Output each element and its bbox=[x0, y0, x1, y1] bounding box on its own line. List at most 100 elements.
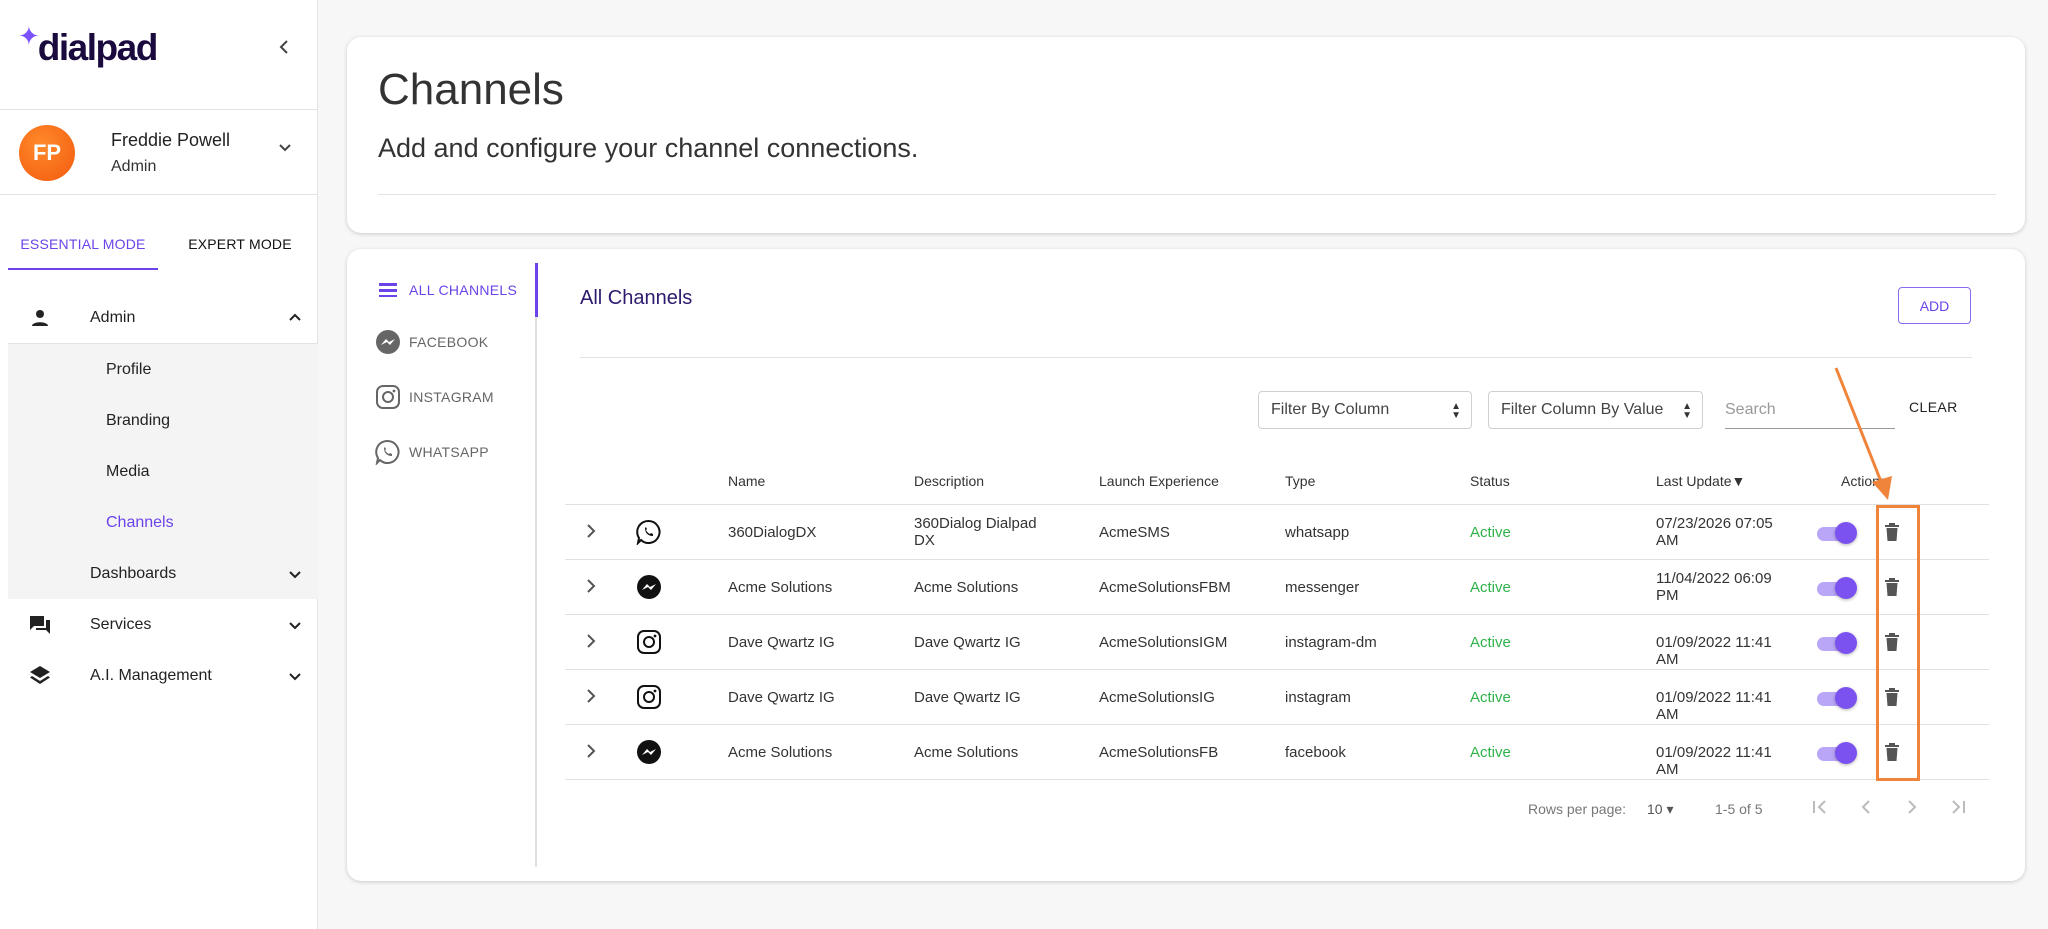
filter-column-by-value-select[interactable]: Filter Column By Value ▲ ▼ bbox=[1488, 391, 1703, 429]
select-value: Filter By Column bbox=[1271, 401, 1390, 418]
tab-expert-mode[interactable]: EXPERT MODE bbox=[160, 220, 320, 270]
filter-by-column-select[interactable]: Filter By Column ▲ ▼ bbox=[1258, 391, 1472, 429]
messenger-icon bbox=[375, 329, 401, 355]
status-badge: Active bbox=[1470, 689, 1511, 706]
tab-instagram[interactable]: INSTAGRAM bbox=[375, 382, 494, 412]
divider bbox=[0, 109, 318, 110]
column-header-status[interactable]: Status bbox=[1470, 473, 1510, 489]
chevron-right-icon bbox=[587, 579, 596, 593]
table-row[interactable]: Dave Qwartz IG Dave Qwartz IG AcmeSolution… bbox=[565, 615, 1989, 670]
sidebar-item-branding[interactable]: Branding bbox=[8, 395, 318, 446]
user-name: Freddie Powell bbox=[111, 130, 231, 150]
column-header-name[interactable]: Name bbox=[728, 473, 765, 489]
tab-label: FACEBOOK bbox=[409, 334, 489, 350]
sidebar-item-admin[interactable]: Admin bbox=[8, 293, 318, 344]
annotation-arrow bbox=[1834, 367, 1892, 500]
last-page-icon bbox=[1952, 800, 1965, 814]
expand-row-button[interactable] bbox=[580, 576, 602, 598]
table-row[interactable]: 360DialogDX 360Dialog Dialpad DX AcmeSMS wh… bbox=[565, 505, 1989, 560]
column-header-launch-experience[interactable]: Launch Experience bbox=[1099, 473, 1219, 489]
sidebar-item-label: Branding bbox=[106, 411, 171, 429]
last-page-button[interactable] bbox=[1945, 797, 1971, 823]
channel-type-nav: ALL CHANNELS FACEBOOK INSTAGRAM WHATSAPP bbox=[347, 263, 538, 867]
active-tab-indicator bbox=[535, 263, 538, 317]
previous-page-button[interactable] bbox=[1853, 797, 1879, 823]
logo-text: dialpad bbox=[37, 27, 159, 68]
sidebar-item-media[interactable]: Media bbox=[8, 446, 318, 497]
cell-name: Acme Solutions bbox=[728, 744, 833, 761]
cell-launch-experience: AcmeSolutionsIG bbox=[1099, 689, 1215, 706]
select-arrows-icon: ▲ ▼ bbox=[1682, 401, 1692, 421]
cell-type: instagram-dm bbox=[1285, 634, 1377, 651]
chevron-right-icon bbox=[587, 744, 596, 758]
sidebar-item-label: Dashboards bbox=[90, 564, 177, 582]
sidebar-item-label: Profile bbox=[106, 360, 152, 378]
channels-card: ALL CHANNELS FACEBOOK INSTAGRAM WHATSAPP… bbox=[347, 249, 2025, 881]
person-icon bbox=[32, 310, 48, 326]
sidebar-item-label: Media bbox=[106, 462, 150, 480]
chevron-right-icon bbox=[1908, 800, 1917, 814]
expand-row-button[interactable] bbox=[580, 631, 602, 653]
table-row[interactable]: Dave Qwartz IG Dave Qwartz IG AcmeSolution… bbox=[565, 670, 1989, 725]
enable-toggle[interactable] bbox=[1815, 577, 1857, 599]
select-arrows-icon: ▲ ▼ bbox=[1451, 401, 1461, 421]
toggle-knob bbox=[1835, 742, 1857, 764]
tab-all-channels[interactable]: ALL CHANNELS bbox=[375, 275, 517, 305]
sidebar-item-dashboards[interactable]: Dashboards bbox=[8, 548, 318, 599]
chevron-right-icon bbox=[587, 524, 596, 538]
enable-toggle[interactable] bbox=[1815, 687, 1857, 709]
chevron-down-icon bbox=[289, 672, 301, 680]
expand-row-button[interactable] bbox=[580, 521, 602, 543]
table-body: 360DialogDX 360Dialog Dialpad DX AcmeSMS wh… bbox=[565, 505, 1989, 780]
sidebar-nav: Admin Profile Branding Media Channels Da… bbox=[8, 293, 318, 701]
chevron-down-icon[interactable] bbox=[276, 138, 294, 156]
cell-last-update: 01/09/2022 11:41 AM bbox=[1656, 634, 1772, 668]
cell-last-update: 11/04/2022 06:09 PM bbox=[1656, 570, 1772, 604]
rows-per-page-select[interactable]: 10 ▾ bbox=[1647, 801, 1674, 821]
mode-tabs: ESSENTIAL MODE EXPERT MODE bbox=[8, 220, 318, 270]
instagram-icon bbox=[636, 684, 662, 710]
collapse-sidebar-button[interactable] bbox=[272, 33, 296, 61]
cell-launch-experience: AcmeSolutionsFB bbox=[1099, 744, 1219, 761]
expand-row-button[interactable] bbox=[580, 686, 602, 708]
cell-type: messenger bbox=[1285, 579, 1360, 596]
enable-toggle[interactable] bbox=[1815, 632, 1857, 654]
sidebar-item-ai-management[interactable]: A.I. Management bbox=[8, 650, 318, 701]
sidebar-item-profile[interactable]: Profile bbox=[8, 344, 318, 395]
table-row[interactable]: Acme Solutions Acme Solutions AcmeSolution… bbox=[565, 725, 1989, 780]
enable-toggle[interactable] bbox=[1815, 742, 1857, 764]
messenger-icon bbox=[636, 739, 662, 765]
pagination-range: 1-5 of 5 bbox=[1715, 801, 1763, 817]
column-header-description[interactable]: Description bbox=[914, 473, 984, 489]
next-page-button[interactable] bbox=[1899, 797, 1925, 823]
tab-essential-mode[interactable]: ESSENTIAL MODE bbox=[8, 220, 158, 270]
enable-toggle[interactable] bbox=[1815, 522, 1857, 544]
table-row[interactable]: Acme Solutions Acme Solutions AcmeSolution… bbox=[565, 560, 1989, 615]
instagram-icon bbox=[636, 629, 662, 655]
expand-row-button[interactable] bbox=[580, 741, 602, 763]
sidebar-item-channels[interactable]: Channels bbox=[8, 497, 318, 548]
tab-whatsapp[interactable]: WHATSAPP bbox=[375, 437, 489, 467]
sidebar-item-services[interactable]: Services bbox=[8, 599, 318, 650]
add-channel-button[interactable]: ADD bbox=[1898, 287, 1971, 324]
messenger-icon bbox=[636, 574, 662, 600]
column-header-label: Last Update bbox=[1656, 473, 1732, 489]
page-header-card: Channels Add and configure your channel … bbox=[347, 37, 2025, 233]
cell-name: Acme Solutions bbox=[728, 579, 833, 596]
tab-facebook[interactable]: FACEBOOK bbox=[375, 327, 488, 357]
cell-description: Acme Solutions bbox=[914, 744, 1019, 761]
rows-per-page-label: Rows per page: bbox=[1528, 801, 1627, 817]
layers-icon bbox=[30, 665, 50, 684]
cell-type: instagram bbox=[1285, 689, 1351, 706]
column-header-type[interactable]: Type bbox=[1285, 473, 1315, 489]
clear-button[interactable]: CLEAR bbox=[1909, 399, 1958, 415]
dialpad-logo[interactable]: ✦ dialpad bbox=[18, 23, 159, 70]
cell-launch-experience: AcmeSolutionsIGM bbox=[1099, 634, 1228, 651]
chevron-down-icon bbox=[289, 621, 301, 629]
column-header-last-update[interactable]: Last Update▼ bbox=[1656, 473, 1745, 489]
first-page-icon bbox=[1813, 800, 1826, 814]
first-page-button[interactable] bbox=[1807, 797, 1833, 823]
tab-label: INSTAGRAM bbox=[409, 389, 494, 405]
toggle-knob bbox=[1835, 577, 1857, 599]
user-menu[interactable]: FP Freddie Powell Admin bbox=[0, 112, 318, 194]
